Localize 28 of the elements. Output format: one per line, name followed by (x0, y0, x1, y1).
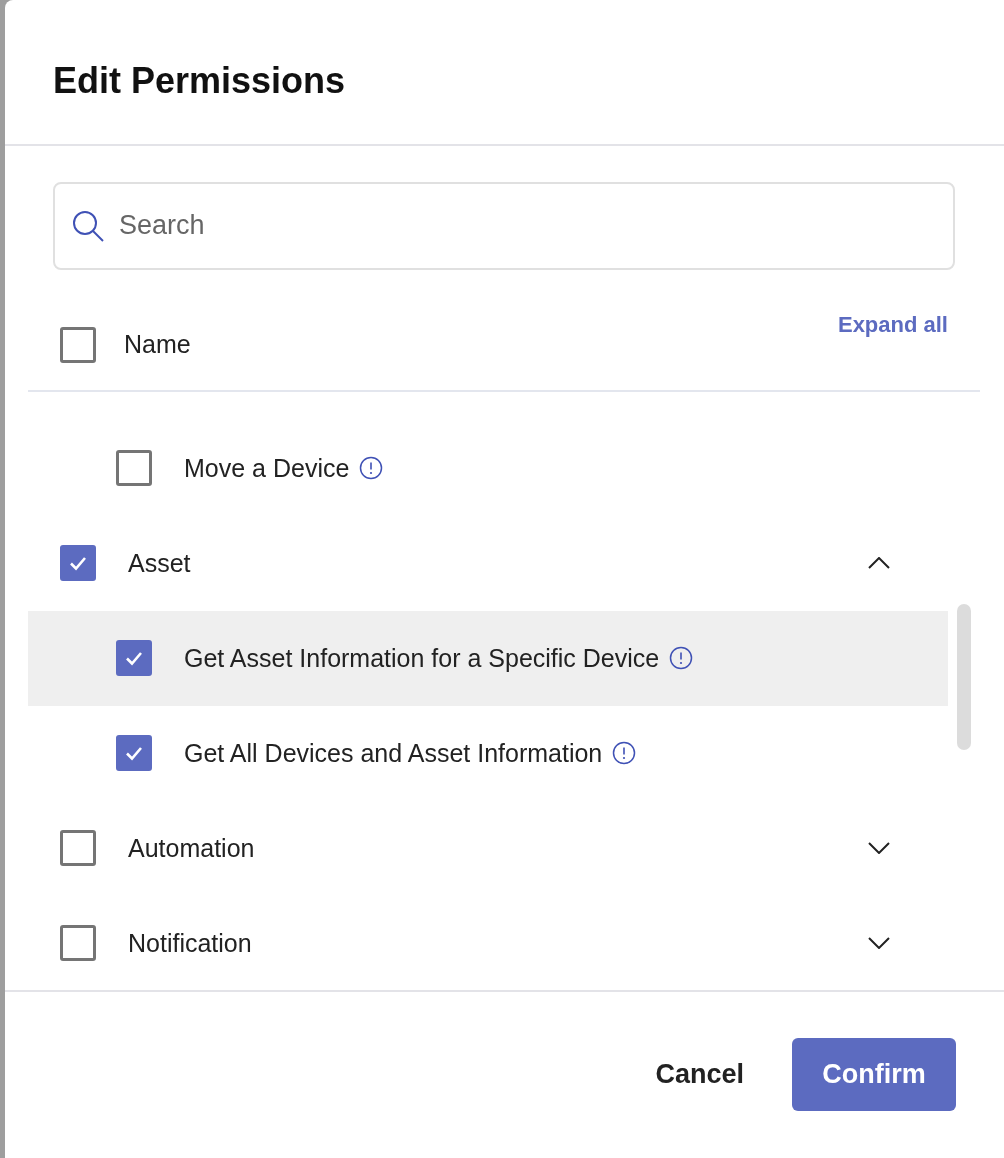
dialog-title: Edit Permissions (5, 0, 1004, 146)
group-label: Asset (128, 549, 191, 578)
group-checkbox[interactable] (60, 545, 96, 582)
info-icon[interactable] (612, 741, 637, 766)
info-icon[interactable] (359, 456, 384, 481)
permission-checkbox[interactable] (116, 640, 152, 677)
confirm-button[interactable]: Confirm (792, 1038, 956, 1112)
group-checkbox[interactable] (60, 830, 96, 867)
select-all-checkbox[interactable] (60, 327, 96, 363)
chevron-down-icon[interactable] (868, 842, 890, 855)
cancel-button[interactable]: Cancel (655, 1051, 744, 1099)
column-header: Name (124, 330, 191, 360)
permission-label: Get All Devices and Asset Information (184, 739, 603, 768)
permission-checkbox[interactable] (116, 735, 152, 772)
chevron-down-icon[interactable] (868, 937, 890, 950)
permission-row[interactable]: Get Asset Information for a Specific Device (28, 611, 948, 706)
group-label: Automation (128, 834, 255, 863)
group-label: Notification (128, 929, 252, 958)
chevron-up-icon[interactable] (868, 557, 890, 570)
permission-label: Get Asset Information for a Specific Device (184, 644, 660, 673)
permission-label: Move a Device (184, 454, 350, 483)
search-icon (71, 209, 105, 243)
info-icon[interactable] (669, 646, 694, 671)
permission-checkbox[interactable] (116, 450, 152, 487)
search-field[interactable]: Search (53, 182, 955, 270)
expand-all-link[interactable]: Expand all (837, 312, 948, 338)
scrollbar-thumb[interactable] (957, 604, 971, 750)
group-checkbox[interactable] (60, 925, 96, 962)
